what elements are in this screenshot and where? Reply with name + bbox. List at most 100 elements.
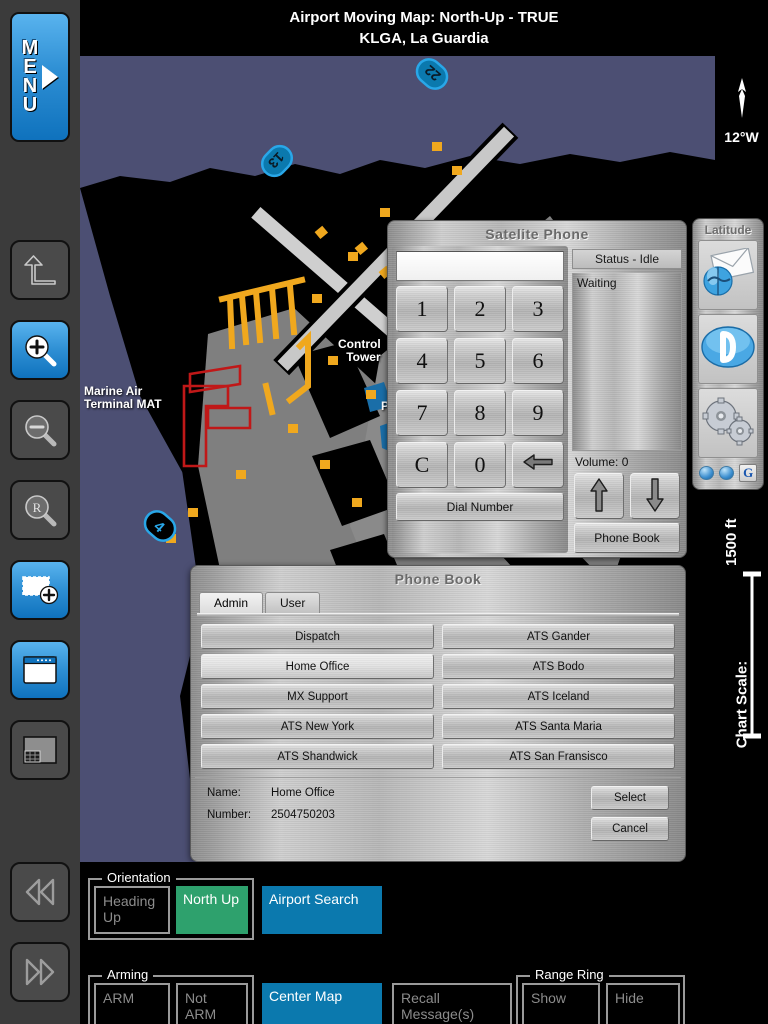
entry-home-office[interactable]: Home Office: [201, 654, 434, 679]
entry-ats-santa-maria[interactable]: ATS Santa Maria: [442, 714, 675, 739]
app-root: M E N U R Airport Moving Map: North-Up -…: [0, 0, 768, 1024]
cancel-button[interactable]: Cancel: [591, 817, 669, 841]
layout-button[interactable]: [10, 720, 70, 780]
zoom-range-icon: R: [21, 491, 59, 529]
window-icon: [21, 654, 59, 686]
tab-user[interactable]: User: [265, 592, 321, 613]
return-arrow-icon: [20, 253, 60, 287]
magnetic-variation: 12°W: [724, 129, 759, 145]
entry-ats-san-fransisco[interactable]: ATS San Fransisco: [442, 744, 675, 769]
number-label: Number:: [207, 809, 252, 821]
key-4[interactable]: 4: [396, 338, 448, 384]
airport-search-button[interactable]: Airport Search: [262, 886, 382, 934]
heading-up-button[interactable]: Heading Up: [94, 886, 170, 934]
key-5[interactable]: 5: [454, 338, 506, 384]
key-9[interactable]: 9: [512, 390, 564, 436]
phone-book-details: Name: Home Office Number: 2504750203 Sel…: [195, 777, 681, 847]
dial-number-button[interactable]: Dial Number: [396, 493, 564, 521]
key-8[interactable]: 8: [454, 390, 506, 436]
arrow-down-icon: [644, 477, 666, 516]
phone-call-button[interactable]: [698, 314, 758, 384]
window-button[interactable]: [10, 640, 70, 700]
refresh-g-icon[interactable]: G: [739, 464, 757, 482]
key-3[interactable]: 3: [512, 286, 564, 332]
left-toolbar: M E N U R: [0, 0, 80, 1024]
north-up-button[interactable]: North Up: [176, 886, 248, 934]
name-label: Name:: [207, 787, 241, 799]
rewind-icon: [20, 877, 60, 907]
menu-button-label: M E N U: [22, 38, 39, 115]
menu-button[interactable]: M E N U: [10, 12, 70, 142]
map-label-control-tower: Control Tower: [338, 337, 381, 364]
arrow-up-icon: [588, 477, 610, 516]
satellite-phone-dialog[interactable]: Satelite Phone 1 2 3 4 5 6 7 8 9 C 0 Dia…: [387, 220, 687, 558]
gears-icon: [699, 396, 757, 451]
page-subtitle: KLGA, La Guardia: [359, 30, 489, 47]
zoom-out-icon: [21, 411, 59, 449]
status-dot-1-button[interactable]: [699, 466, 715, 480]
range-zoom-button[interactable]: R: [10, 480, 70, 540]
arm-button[interactable]: ARM: [94, 983, 170, 1024]
settings-button[interactable]: [698, 388, 758, 458]
entry-mx-support[interactable]: MX Support: [201, 684, 434, 709]
messaging-button[interactable]: [698, 240, 758, 310]
not-arm-button[interactable]: Not ARM: [176, 983, 248, 1024]
forward-icon: [20, 957, 60, 987]
previous-button[interactable]: [10, 862, 70, 922]
layout-icon: [21, 734, 59, 766]
entry-ats-new-york[interactable]: ATS New York: [201, 714, 434, 739]
volume-up-button[interactable]: [574, 473, 624, 519]
north-needle-icon: [732, 78, 752, 124]
tab-admin[interactable]: Admin: [199, 592, 264, 613]
select-button[interactable]: Select: [591, 786, 669, 810]
return-arrow-button[interactable]: [10, 240, 70, 300]
number-value: 2504750203: [271, 809, 335, 821]
entry-ats-bodo[interactable]: ATS Bodo: [442, 654, 675, 679]
latitude-panel[interactable]: Latitude G: [692, 218, 764, 490]
backspace-icon: [522, 452, 554, 478]
chevron-right-icon: [42, 65, 59, 89]
status-dot-2-button[interactable]: [719, 466, 735, 480]
key-backspace[interactable]: [512, 442, 564, 488]
key-1[interactable]: 1: [396, 286, 448, 332]
range-ring-hide-button[interactable]: Hide: [606, 983, 680, 1024]
phone-number-input[interactable]: [396, 251, 564, 281]
zoom-in-button[interactable]: [10, 320, 70, 380]
volume-down-button[interactable]: [630, 473, 680, 519]
chart-scale-indicator: 1500 ft Chart Scale:: [715, 518, 768, 866]
range-ring-group-label: Range Ring: [530, 967, 609, 982]
recall-messages-button[interactable]: Recall Message(s): [392, 983, 512, 1024]
satellite-phone-title: Satelite Phone: [485, 226, 589, 242]
arming-group-label: Arming: [102, 967, 154, 982]
zoom-box-button[interactable]: [10, 560, 70, 620]
entry-ats-gander[interactable]: ATS Gander: [442, 624, 675, 649]
key-0[interactable]: 0: [454, 442, 506, 488]
volume-label: Volume: 0: [575, 455, 629, 469]
zoom-out-button[interactable]: [10, 400, 70, 460]
range-ring-show-button[interactable]: Show: [522, 983, 600, 1024]
key-clear[interactable]: C: [396, 442, 448, 488]
chart-scale-value: 1500 ft: [723, 518, 740, 566]
center-map-button[interactable]: Center Map: [262, 983, 382, 1024]
zoom-in-icon: [21, 331, 59, 369]
key-6[interactable]: 6: [512, 338, 564, 384]
svg-text:R: R: [33, 500, 42, 515]
keypad: 1 2 3 4 5 6 7 8 9 C 0: [394, 286, 566, 488]
map-label-marine-air-terminal: Marine Air Terminal MAT: [84, 384, 162, 411]
status-header: Status - Idle: [572, 249, 682, 269]
entry-ats-shandwick[interactable]: ATS Shandwick: [201, 744, 434, 769]
key-2[interactable]: 2: [454, 286, 506, 332]
open-phone-book-button[interactable]: Phone Book: [574, 523, 680, 553]
key-7[interactable]: 7: [396, 390, 448, 436]
phone-handset-icon: [699, 323, 757, 376]
entry-ats-iceland[interactable]: ATS Iceland: [442, 684, 675, 709]
entry-dispatch[interactable]: Dispatch: [201, 624, 434, 649]
phone-book-dialog[interactable]: Phone Book Admin User Dispatch ATS Gande…: [190, 565, 686, 862]
next-button[interactable]: [10, 942, 70, 1002]
orientation-group-label: Orientation: [102, 870, 176, 885]
phone-book-tabs: Admin User: [191, 591, 685, 613]
phone-book-entries: Dispatch ATS Gander Home Office ATS Bodo…: [191, 616, 685, 775]
latitude-panel-title: Latitude: [704, 223, 752, 237]
zoom-box-icon: [20, 573, 60, 607]
mail-globe-icon: [700, 246, 756, 303]
